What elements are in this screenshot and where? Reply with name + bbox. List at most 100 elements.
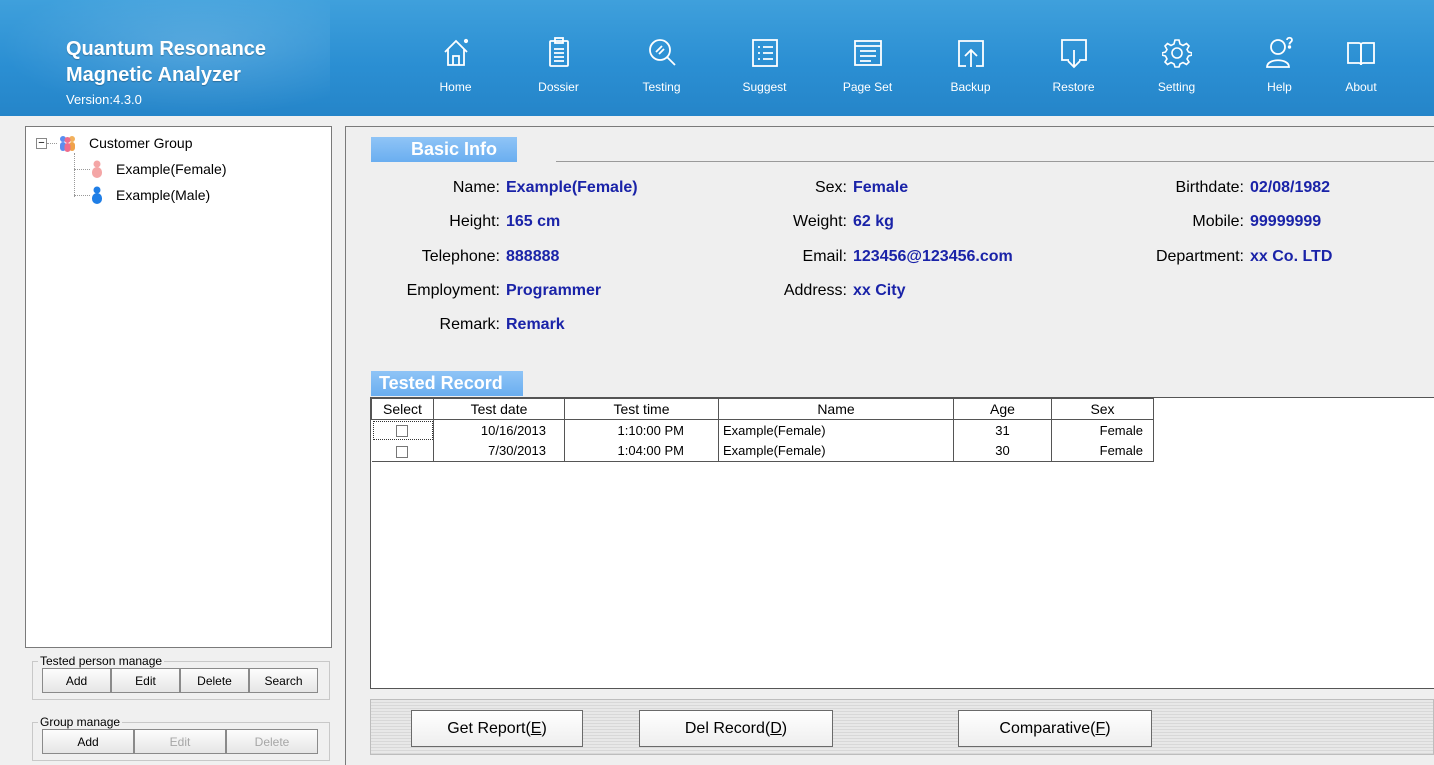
- tested-record-table: Select Test date Test time Name Age Sex …: [371, 398, 1154, 462]
- nav-home-button[interactable]: Home: [404, 36, 507, 106]
- row-sex: Female: [1051, 419, 1154, 441]
- help-user-icon: [1265, 36, 1293, 68]
- action-bar: Get Report(E) Del Record(D) Comparative(…: [370, 699, 1434, 755]
- comparative-button[interactable]: Comparative(F): [958, 710, 1152, 747]
- nav-suggest-button[interactable]: Suggest: [713, 36, 816, 106]
- people-group-icon: [60, 136, 75, 152]
- telephone-value: 888888: [506, 248, 560, 265]
- col-name[interactable]: Name: [718, 398, 954, 420]
- row-age: 31: [953, 419, 1052, 441]
- col-select[interactable]: Select: [371, 398, 434, 420]
- row-name: Example(Female): [718, 419, 954, 441]
- weight-value: 62 kg: [853, 213, 894, 230]
- home-icon: [443, 38, 468, 66]
- row-test-time: 1:10:00 PM: [564, 419, 719, 441]
- sex-label: Sex:: [814, 179, 847, 196]
- nav-backup-label: Backup: [950, 80, 991, 94]
- person-add-button[interactable]: Add: [42, 668, 111, 693]
- name-value: Example(Female): [506, 179, 638, 196]
- group-manage-legend: Group manage: [40, 715, 121, 729]
- window-icon: [853, 40, 882, 66]
- email-value: 123456@123456.com: [853, 248, 1013, 265]
- remark-label: Remark:: [439, 316, 500, 333]
- basic-info-title: Basic Info: [371, 137, 518, 162]
- nav-about-button[interactable]: About: [1331, 36, 1391, 106]
- app-version: Version:4.3.0: [66, 92, 142, 107]
- nav-help-label: Help: [1267, 80, 1292, 94]
- nav-dossier-button[interactable]: Dossier: [507, 36, 610, 106]
- remark-value: Remark: [506, 316, 565, 333]
- height-label: Height:: [449, 213, 500, 230]
- email-label: Email:: [802, 248, 847, 265]
- customer-tree[interactable]: − Customer Group Example(Female) Example…: [25, 126, 332, 648]
- nav-setting-button[interactable]: Setting: [1125, 36, 1228, 106]
- table-row[interactable]: 10/16/2013 1:10:00 PM Example(Female) 31…: [371, 419, 1154, 441]
- tree-item-female-label: Example(Female): [116, 161, 227, 177]
- address-value: xx City: [853, 282, 906, 299]
- department-value: xx Co. LTD: [1250, 248, 1333, 265]
- row-test-time: 1:04:00 PM: [564, 440, 719, 462]
- upload-icon: [957, 40, 984, 67]
- col-test-time[interactable]: Test time: [564, 398, 719, 420]
- tested-record-title: Tested Record: [371, 371, 523, 396]
- app-header: Quantum Resonance Magnetic Analyzer Vers…: [0, 0, 1434, 116]
- nav-help-button[interactable]: Help: [1228, 36, 1331, 106]
- person-delete-button[interactable]: Delete: [180, 668, 249, 693]
- nav-page-set-label: Page Set: [842, 80, 893, 94]
- row-select-cell[interactable]: [371, 440, 434, 462]
- group-manage-group: Group manage Add Edit Delete: [32, 715, 330, 761]
- gear-icon: [1161, 39, 1192, 68]
- group-edit-button[interactable]: Edit: [134, 729, 226, 754]
- toolbar-nav: Home Dossier Testing Suggest Page Set Ba…: [404, 36, 1391, 106]
- app-brand: Quantum Resonance Magnetic Analyzer Vers…: [66, 36, 266, 107]
- tree-item-male-label: Example(Male): [116, 187, 211, 203]
- nav-setting-label: Setting: [1157, 80, 1196, 94]
- tree-root-group[interactable]: − Customer Group: [36, 133, 192, 153]
- col-test-date[interactable]: Test date: [433, 398, 565, 420]
- nav-suggest-label: Suggest: [742, 80, 787, 94]
- telephone-label: Telephone:: [421, 248, 500, 265]
- nav-home-label: Home: [439, 80, 472, 94]
- col-sex[interactable]: Sex: [1051, 398, 1154, 420]
- mobile-label: Mobile:: [1192, 213, 1244, 230]
- table-row[interactable]: 7/30/2013 1:04:00 PM Example(Female) 30 …: [371, 440, 1154, 462]
- person-edit-button[interactable]: Edit: [111, 668, 180, 693]
- row-select-cell[interactable]: [371, 419, 434, 441]
- person-search-button[interactable]: Search: [249, 668, 318, 693]
- birthdate-label: Birthdate:: [1175, 179, 1244, 196]
- nav-about-label: About: [1345, 80, 1377, 94]
- del-record-button[interactable]: Del Record(D): [639, 710, 833, 747]
- row-select-checkbox[interactable]: [396, 445, 409, 458]
- row-age: 30: [953, 440, 1052, 462]
- nav-testing-label: Testing: [642, 80, 681, 94]
- row-select-checkbox[interactable]: [396, 425, 409, 438]
- nav-restore-label: Restore: [1052, 80, 1095, 94]
- group-delete-button[interactable]: Delete: [226, 729, 318, 754]
- nav-page-set-button[interactable]: Page Set: [816, 36, 919, 106]
- download-icon: [1060, 39, 1087, 69]
- row-test-date: 10/16/2013: [433, 419, 565, 441]
- nav-restore-button[interactable]: Restore: [1022, 36, 1125, 106]
- nav-backup-button[interactable]: Backup: [919, 36, 1022, 106]
- collapse-icon[interactable]: −: [36, 137, 47, 149]
- employment-value: Programmer: [506, 282, 602, 299]
- row-test-date: 7/30/2013: [433, 440, 565, 462]
- tree-item-male[interactable]: Example(Male): [74, 185, 210, 205]
- table-header-row: Select Test date Test time Name Age Sex: [371, 398, 1154, 420]
- get-report-button[interactable]: Get Report(E): [411, 710, 583, 747]
- weight-label: Weight:: [793, 213, 847, 230]
- row-sex: Female: [1051, 440, 1154, 462]
- col-age[interactable]: Age: [953, 398, 1052, 420]
- tested-record-table-area[interactable]: Select Test date Test time Name Age Sex …: [370, 397, 1434, 689]
- employment-label: Employment:: [406, 282, 500, 299]
- nav-testing-button[interactable]: Testing: [610, 36, 713, 106]
- sex-value: Female: [853, 179, 909, 196]
- tested-person-manage-group: Tested person manage Add Edit Delete Sea…: [32, 654, 330, 700]
- book-icon: [1347, 42, 1375, 66]
- female-person-icon: [92, 160, 102, 178]
- nav-dossier-label: Dossier: [538, 80, 579, 94]
- tree-root-label: Customer Group: [89, 135, 193, 151]
- tree-item-female[interactable]: Example(Female): [74, 159, 226, 179]
- group-add-button[interactable]: Add: [42, 729, 134, 754]
- mobile-value: 99999999: [1250, 213, 1322, 230]
